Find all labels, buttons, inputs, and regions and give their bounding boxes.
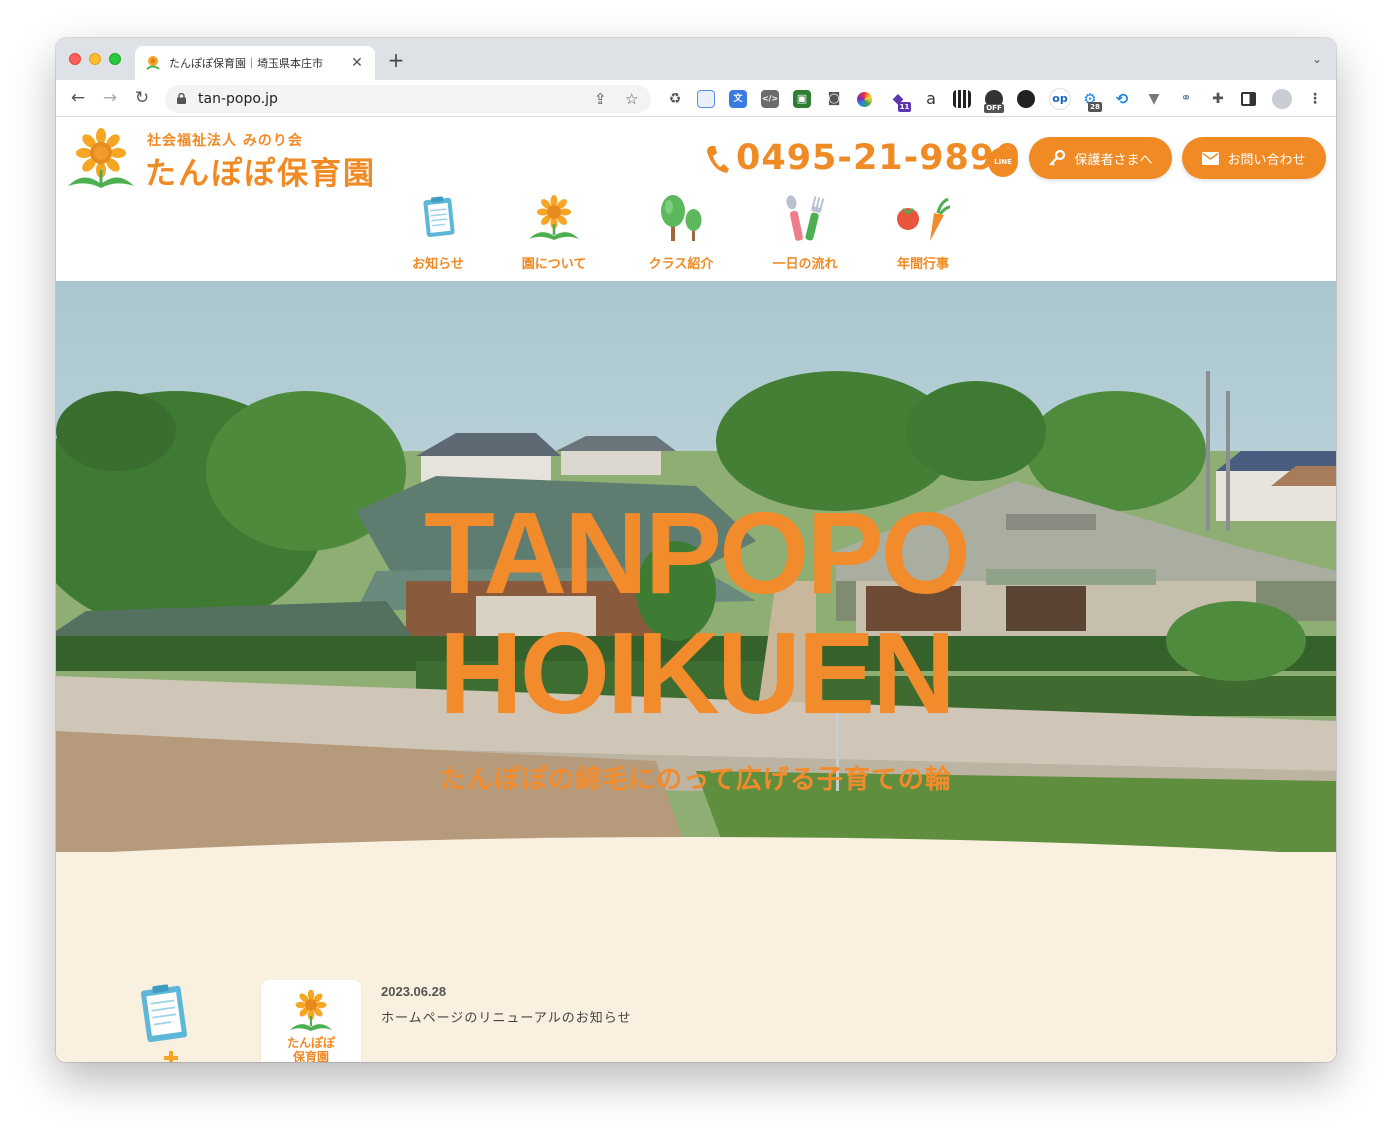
puzzle-icon[interactable]: ✚ xyxy=(1209,90,1227,108)
note-icon[interactable] xyxy=(697,90,715,108)
card-name-line1: たんぽぽ xyxy=(286,1036,335,1050)
bookmark-star-icon[interactable]: ☆ xyxy=(625,90,638,108)
news-date: 2023.06.28 xyxy=(381,984,447,999)
nav-label-classes: クラス紹介 xyxy=(648,257,714,272)
reload-button[interactable]: ↻ xyxy=(132,88,152,108)
nav-label-events: 年間行事 xyxy=(896,257,949,272)
news-thumbnail-card[interactable]: たんぽぽ 保育園 xyxy=(261,980,361,1062)
cap-badge: 11 xyxy=(898,102,911,112)
camera-icon[interactable]: ◙ xyxy=(825,90,843,108)
browser-toolbar: ← → ↻ tan-popo.jp ⇪ ☆ ♻ 文 </> ▣ ◙ ◆ 11 a… xyxy=(56,80,1336,117)
speed-badge: OFF xyxy=(984,104,1004,113)
share-icon[interactable]: ⇪ xyxy=(594,90,607,108)
sunflower-icon xyxy=(290,990,332,1031)
back-button[interactable]: ← xyxy=(68,88,88,108)
close-window-button[interactable] xyxy=(69,53,81,65)
sunflower-favicon-icon xyxy=(146,56,160,70)
sunflower-icon xyxy=(529,195,579,240)
lock-icon xyxy=(177,93,186,104)
trees-icon xyxy=(661,195,702,241)
hero-section: TANPOPO HOIKUEN たんぽぽの綿毛にのって広げる子育ての輪 xyxy=(56,281,1336,879)
vector-icon[interactable]: ▼ xyxy=(1145,90,1163,108)
site-name[interactable]: たんぽぽ保育園 xyxy=(145,148,376,193)
nav-item-events[interactable]: 年間行事 xyxy=(885,195,961,273)
clipboard-icon xyxy=(423,196,455,237)
phone-number[interactable]: 0495-21-9890 xyxy=(736,138,1021,178)
line-icon[interactable]: LINE xyxy=(988,147,1018,177)
sunflower-peek-icon xyxy=(164,1051,178,1062)
cutlery-icon xyxy=(786,195,825,241)
op-icon[interactable]: op xyxy=(1049,88,1071,110)
card-site-name: たんぽぽ 保育園 xyxy=(261,1036,361,1062)
nav-item-daily[interactable]: 一日の流れ xyxy=(762,195,848,273)
tab-title: たんぽぽ保育園｜埼玉県本庄市 xyxy=(169,57,323,70)
contact-button-label: お問い合わせ xyxy=(1227,152,1306,168)
close-tab-icon[interactable]: ✕ xyxy=(349,55,365,71)
browser-tab[interactable]: たんぽぽ保育園｜埼玉県本庄市 ✕ xyxy=(135,46,375,80)
forward-button[interactable]: → xyxy=(100,88,120,108)
vegetables-icon xyxy=(897,197,951,241)
parent-button[interactable]: 保護者さまへ xyxy=(1029,137,1172,179)
nav-label-daily: 一日の流れ xyxy=(772,257,838,272)
translate-icon[interactable]: 文 xyxy=(729,90,747,108)
nav-item-news[interactable]: お知らせ xyxy=(396,195,480,273)
sunflower-logo-icon[interactable] xyxy=(66,126,136,192)
contact-button[interactable]: お問い合わせ xyxy=(1182,137,1326,179)
qr-code-icon[interactable] xyxy=(953,90,971,108)
phone-icon xyxy=(707,146,729,173)
mail-icon xyxy=(1202,151,1220,165)
url-text: tan-popo.jp xyxy=(198,91,278,107)
hero-subtitle: たんぽぽの綿毛にのって広げる子育ての輪 xyxy=(440,765,952,795)
news-section xyxy=(56,852,1336,1062)
new-tab-button[interactable]: + xyxy=(386,50,406,70)
robot-icon[interactable]: ▣ xyxy=(793,90,811,108)
news-title-link[interactable]: ホームページのリニューアルのお知らせ xyxy=(381,1007,631,1026)
tab-search-chevron-icon[interactable]: ⌄ xyxy=(1312,52,1322,66)
gear-badge: 28 xyxy=(1088,102,1102,112)
nav-item-about[interactable]: 園について xyxy=(509,195,599,273)
news-clipboard-icon xyxy=(140,984,188,1042)
nav-label-news: お知らせ xyxy=(412,257,464,272)
key-icon xyxy=(1049,149,1066,166)
browser-window: たんぽぽ保育園｜埼玉県本庄市 ✕ + ⌄ ← → ↻ tan-popo.jp ⇪… xyxy=(56,38,1336,1062)
hero-title-line1: TANPOPO xyxy=(424,488,971,618)
card-name-line2: 保育園 xyxy=(292,1050,329,1062)
nav-label-about: 園について xyxy=(521,257,587,272)
tab-strip: たんぽぽ保育園｜埼玉県本庄市 ✕ + ⌄ xyxy=(56,38,1336,80)
color-wheel-icon[interactable] xyxy=(857,92,872,107)
history-icon[interactable]: ⟲ xyxy=(1113,90,1131,108)
minimize-window-button[interactable] xyxy=(89,53,101,65)
parent-button-label: 保護者さまへ xyxy=(1074,152,1153,168)
link-icon[interactable]: ⚭ xyxy=(1177,90,1195,108)
recycle-icon[interactable]: ♻ xyxy=(666,90,684,108)
nav-item-classes[interactable]: クラス紹介 xyxy=(638,195,724,273)
sidebar-icon[interactable] xyxy=(1241,92,1256,106)
menu-kebab-icon[interactable]: ⋮ xyxy=(1306,90,1324,108)
org-name: 社会福祉法人 みのり会 xyxy=(147,133,303,149)
address-bar[interactable]: tan-popo.jp ⇪ ☆ xyxy=(165,85,651,113)
web-page: 社会福祉法人 みのり会 たんぽぽ保育園 0495-21-9890 LINE 保護… xyxy=(56,117,1336,1062)
hero-title-line2: HOIKUEN xyxy=(439,608,956,738)
amazon-icon[interactable]: a xyxy=(922,90,940,108)
yinyang-icon[interactable] xyxy=(1017,90,1035,108)
code-icon[interactable]: </> xyxy=(761,90,779,108)
profile-icon[interactable] xyxy=(1272,89,1292,109)
zoom-window-button[interactable] xyxy=(109,53,121,65)
